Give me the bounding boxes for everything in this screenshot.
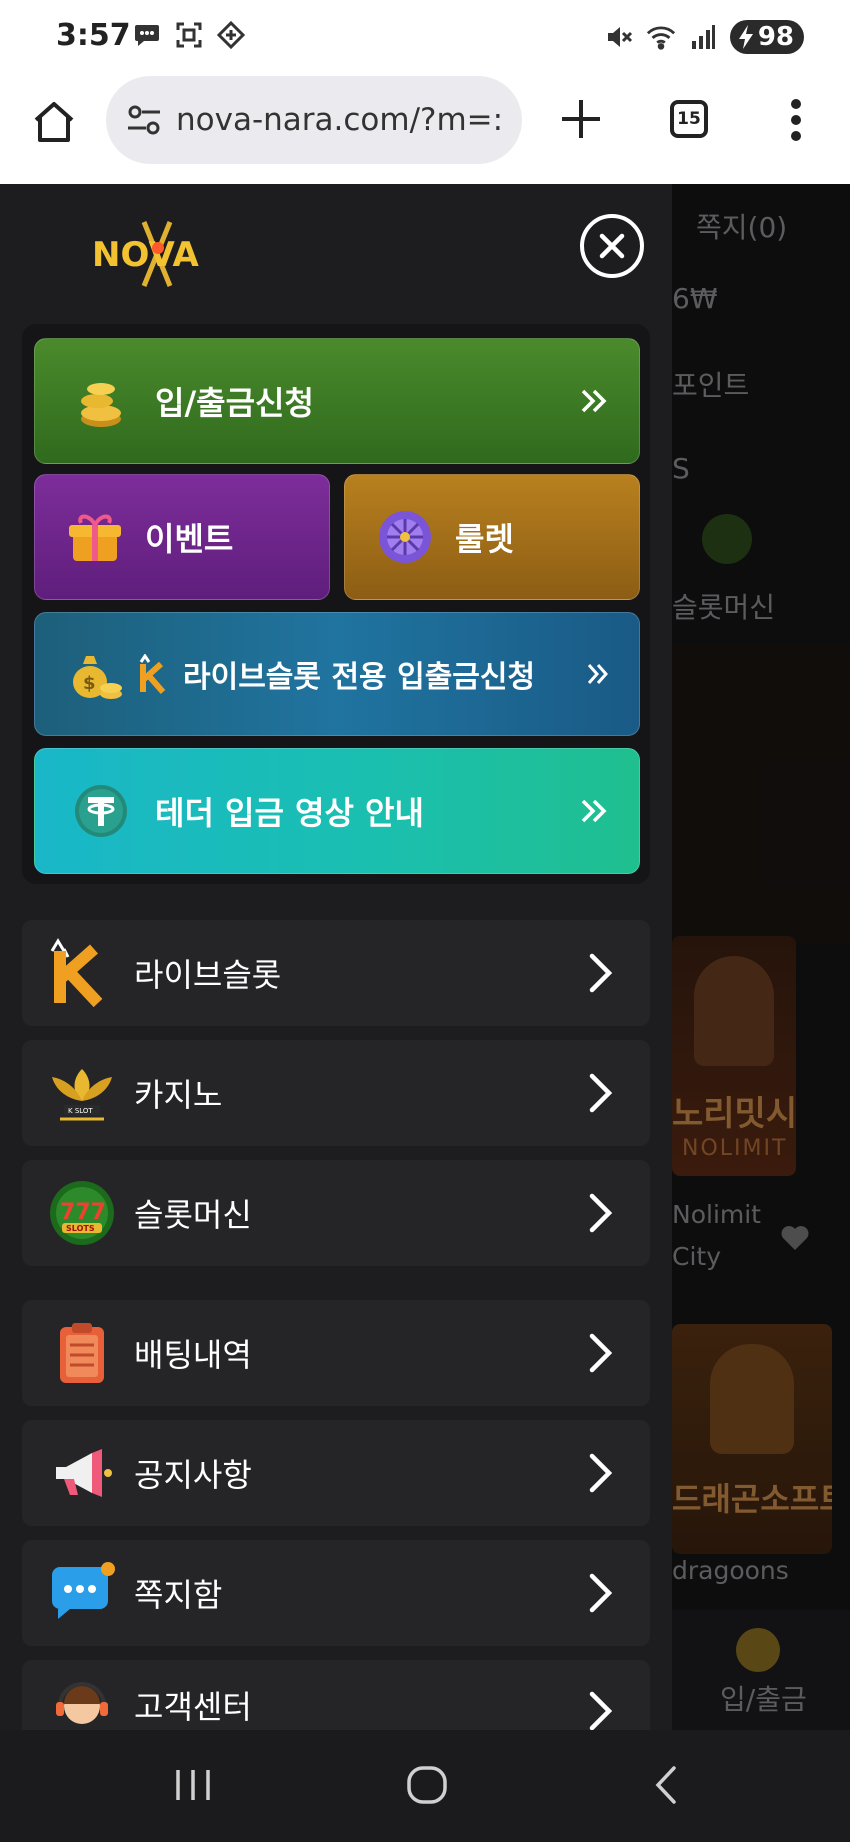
charging-icon <box>738 25 753 49</box>
roulette-label: 룰렛 <box>455 520 514 558</box>
tab-switcher-button[interactable]: 15 <box>670 100 708 138</box>
svg-text:NOVA: NOVA <box>92 235 199 275</box>
svg-text:K SLOT: K SLOT <box>68 1107 93 1115</box>
diamond-icon <box>216 20 246 50</box>
svg-text:777: 777 <box>60 1200 106 1225</box>
menu-item-casino[interactable]: K SLOT 카지노 <box>22 1040 650 1146</box>
new-tab-icon[interactable] <box>558 96 604 142</box>
chevron-right-icon <box>589 1073 613 1113</box>
gift-icon <box>69 514 121 561</box>
live-slot-k-icon <box>50 938 103 1008</box>
support-agent-icon <box>56 1682 108 1724</box>
browser-toolbar: nova-nara.com/?m=: 15 <box>0 76 850 184</box>
home-icon[interactable] <box>30 98 78 146</box>
tab-count: 15 <box>677 109 701 129</box>
chevron-right-icon <box>589 1333 613 1373</box>
megaphone-icon <box>56 1449 112 1497</box>
roulette-button[interactable]: 룰렛 <box>344 474 640 600</box>
menu-item-notice[interactable]: 공지사항 <box>22 1420 650 1526</box>
menu-item-customer-center[interactable]: 고객센터 <box>22 1660 650 1730</box>
svg-text:$: $ <box>83 673 96 694</box>
menu-label: 라이브슬롯 <box>134 956 282 994</box>
gold-coins-icon <box>81 383 121 427</box>
money-bag-icon: $ <box>73 656 122 699</box>
chevron-right-icon <box>589 1453 613 1493</box>
back-icon[interactable] <box>648 1762 684 1808</box>
close-drawer-button[interactable] <box>580 214 644 278</box>
menu-label: 쪽지함 <box>134 1576 223 1614</box>
status-bar: 3:57 98 <box>0 0 850 76</box>
wifi-icon <box>646 22 676 52</box>
drawer-overlay[interactable] <box>672 184 850 1730</box>
menu-item-slot-machine[interactable]: 777 SLOTS 슬롯머신 <box>22 1160 650 1266</box>
chevron-right-icon <box>589 1193 613 1233</box>
chat-icon <box>132 20 162 50</box>
clipboard-icon <box>60 1323 104 1383</box>
mute-icon <box>604 22 634 52</box>
tether-guide-button[interactable]: 테더 입금 영상 안내 <box>34 748 640 874</box>
home-nav-icon[interactable] <box>404 1762 450 1808</box>
system-nav-bar <box>0 1730 850 1842</box>
double-chevron-icon <box>581 799 607 823</box>
nova-logo: NOVA <box>92 221 199 287</box>
deposit-label: 입/출금신청 <box>155 384 314 422</box>
chat-bubble-icon <box>52 1562 115 1619</box>
status-time: 3:57 <box>56 18 131 53</box>
deposit-withdraw-button[interactable]: 입/출금신청 <box>34 338 640 464</box>
roulette-wheel-icon <box>379 511 431 563</box>
close-icon <box>599 233 625 259</box>
menu-item-live-slot[interactable]: 라이브슬롯 <box>22 920 650 1026</box>
svg-text:SLOTS: SLOTS <box>66 1224 95 1233</box>
screenshot-icon <box>174 20 204 50</box>
battery-level: 98 <box>757 22 794 52</box>
live-slot-deposit-label: 라이브슬롯 전용 입출금신청 <box>183 660 536 695</box>
tether-guide-label: 테더 입금 영상 안내 <box>155 794 424 832</box>
chevron-right-icon <box>589 1573 613 1613</box>
double-chevron-icon <box>581 389 607 413</box>
tether-coin-icon <box>75 785 127 837</box>
menu-item-messages[interactable]: 쪽지함 <box>22 1540 650 1646</box>
menu-label: 슬롯머신 <box>134 1196 252 1234</box>
chevron-right-icon <box>589 1691 613 1730</box>
battery-indicator: 98 <box>729 20 804 54</box>
menu-label: 고객센터 <box>134 1688 252 1726</box>
signal-icon <box>688 22 718 52</box>
777-slots-icon: 777 SLOTS <box>50 1181 114 1245</box>
recent-apps-icon[interactable] <box>168 1762 218 1808</box>
site-settings-icon[interactable] <box>124 100 164 140</box>
double-chevron-icon <box>587 664 609 684</box>
live-slot-deposit-button[interactable]: $ 라이브슬롯 전용 입출금신청 <box>34 612 640 736</box>
chevron-right-icon <box>589 953 613 993</box>
kslot-casino-icon: K SLOT <box>52 1069 112 1121</box>
more-menu-icon[interactable] <box>786 96 806 144</box>
event-button[interactable]: 이벤트 <box>34 474 330 600</box>
url-text[interactable]: nova-nara.com/?m=: <box>176 102 503 138</box>
k-brand-icon <box>139 654 166 694</box>
address-bar[interactable]: nova-nara.com/?m=: <box>106 76 522 164</box>
menu-label: 공지사항 <box>134 1456 252 1494</box>
menu-label: 배팅내역 <box>134 1336 252 1374</box>
menu-label: 카지노 <box>134 1076 223 1114</box>
event-label: 이벤트 <box>145 520 234 558</box>
menu-item-bet-history[interactable]: 배팅내역 <box>22 1300 650 1406</box>
